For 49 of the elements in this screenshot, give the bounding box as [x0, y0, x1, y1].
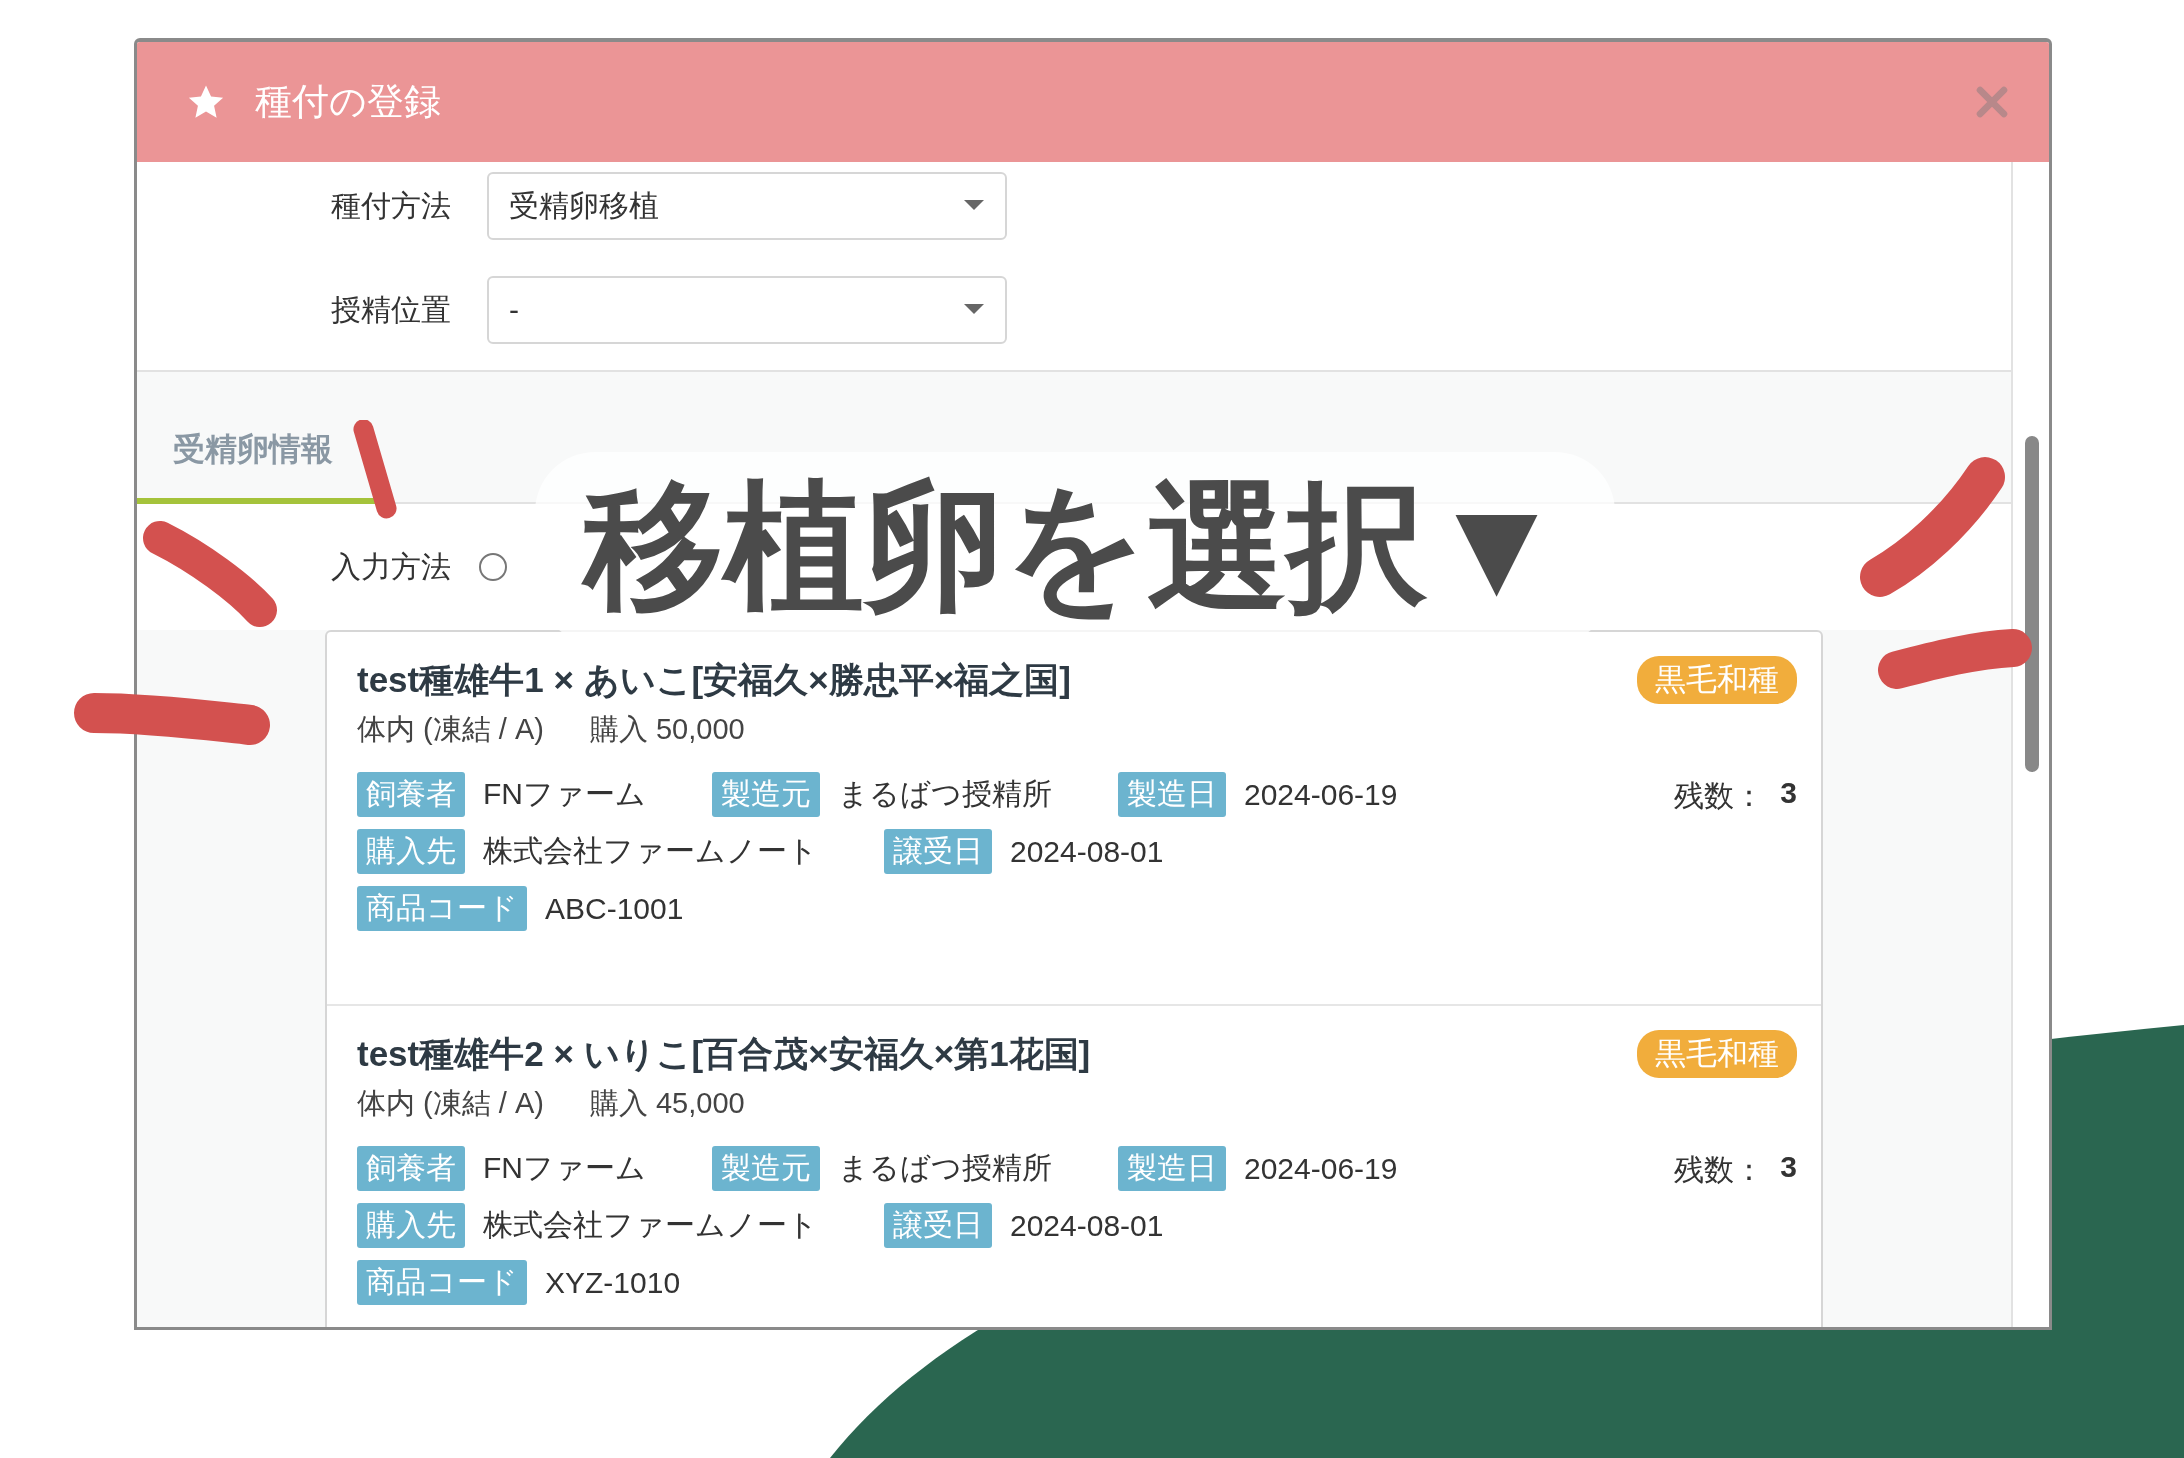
- stock-count: 3: [1780, 1150, 1797, 1185]
- field-label: 種付方法: [330, 187, 451, 224]
- caret-icon: [963, 304, 985, 316]
- info-tag: 飼養者: [357, 1146, 465, 1191]
- stock-count: 3: [1780, 776, 1797, 811]
- star-icon: [187, 83, 225, 121]
- info-value: XYZ-1010: [545, 1265, 681, 1300]
- info-tag: 購入先: [357, 1203, 465, 1248]
- card-title: test種雄牛1 × あいこ[安福久×勝忠平×福之国]: [357, 658, 1071, 701]
- info-value: 2024-06-19: [1244, 1151, 1398, 1186]
- info-value: まるばつ授精所: [838, 1150, 1052, 1186]
- price-text: 購入 50,000: [589, 712, 745, 747]
- info-value: ABC-1001: [545, 891, 684, 926]
- caret-icon: [963, 200, 985, 212]
- info-value: 2024-08-01: [1010, 834, 1164, 869]
- info-value: FNファーム: [483, 776, 646, 812]
- storage-text: 体内 (凍結 / A): [357, 712, 544, 747]
- info-value: まるばつ授精所: [838, 776, 1052, 812]
- stock-label: 残数：: [1674, 1152, 1765, 1188]
- card-title: test種雄牛2 × いりこ[百合茂×安福久×第1花国]: [357, 1032, 1091, 1075]
- info-value: FNファーム: [483, 1150, 646, 1186]
- radio-button[interactable]: [479, 553, 507, 581]
- breed-badge: 黒毛和種: [1637, 1030, 1797, 1078]
- info-tag: 購入先: [357, 829, 465, 874]
- embryo-card[interactable]: test種雄牛2 × いりこ[百合茂×安福久×第1花国] 黒毛和種 体内 (凍結 / A) 購入 45,000 飼養者 FNファーム 製造元 まるばつ授精所 製造日 2024-06-19 購入先 株式会社ファームノート 譲受日 2024-08-01 商品コード XYZ-1010 残数： 3: [327, 1006, 1821, 1327]
- stock-label: 残数：: [1674, 778, 1765, 814]
- info-tag: 飼養者: [357, 772, 465, 817]
- storage-text: 体内 (凍結 / A): [357, 1086, 544, 1121]
- field-label: 授精位置: [330, 291, 451, 328]
- info-tag: 商品コード: [357, 886, 527, 931]
- info-value: 株式会社ファームノート: [483, 1207, 818, 1243]
- info-value: 2024-08-01: [1010, 1208, 1164, 1243]
- select-field[interactable]: 受精卵移植: [487, 172, 1007, 240]
- info-tag: 製造元: [712, 1146, 820, 1191]
- info-tag: 製造元: [712, 772, 820, 817]
- breed-badge: 黒毛和種: [1637, 656, 1797, 704]
- info-tag: 商品コード: [357, 1260, 527, 1305]
- dialog-title: 種付の登録: [255, 80, 442, 124]
- close-icon[interactable]: [1975, 85, 2009, 119]
- field-label: 入力方法: [330, 548, 451, 585]
- info-tag: 製造日: [1118, 772, 1226, 817]
- info-tag: 譲受日: [884, 1203, 992, 1248]
- info-tag: 譲受日: [884, 829, 992, 874]
- info-value: 2024-06-19: [1244, 777, 1398, 812]
- price-text: 購入 45,000: [589, 1086, 745, 1121]
- info-value: 株式会社ファームノート: [483, 833, 818, 869]
- scrollbar-thumb[interactable]: [2025, 436, 2039, 772]
- select-field[interactable]: -: [487, 276, 1007, 344]
- info-tag: 製造日: [1118, 1146, 1226, 1191]
